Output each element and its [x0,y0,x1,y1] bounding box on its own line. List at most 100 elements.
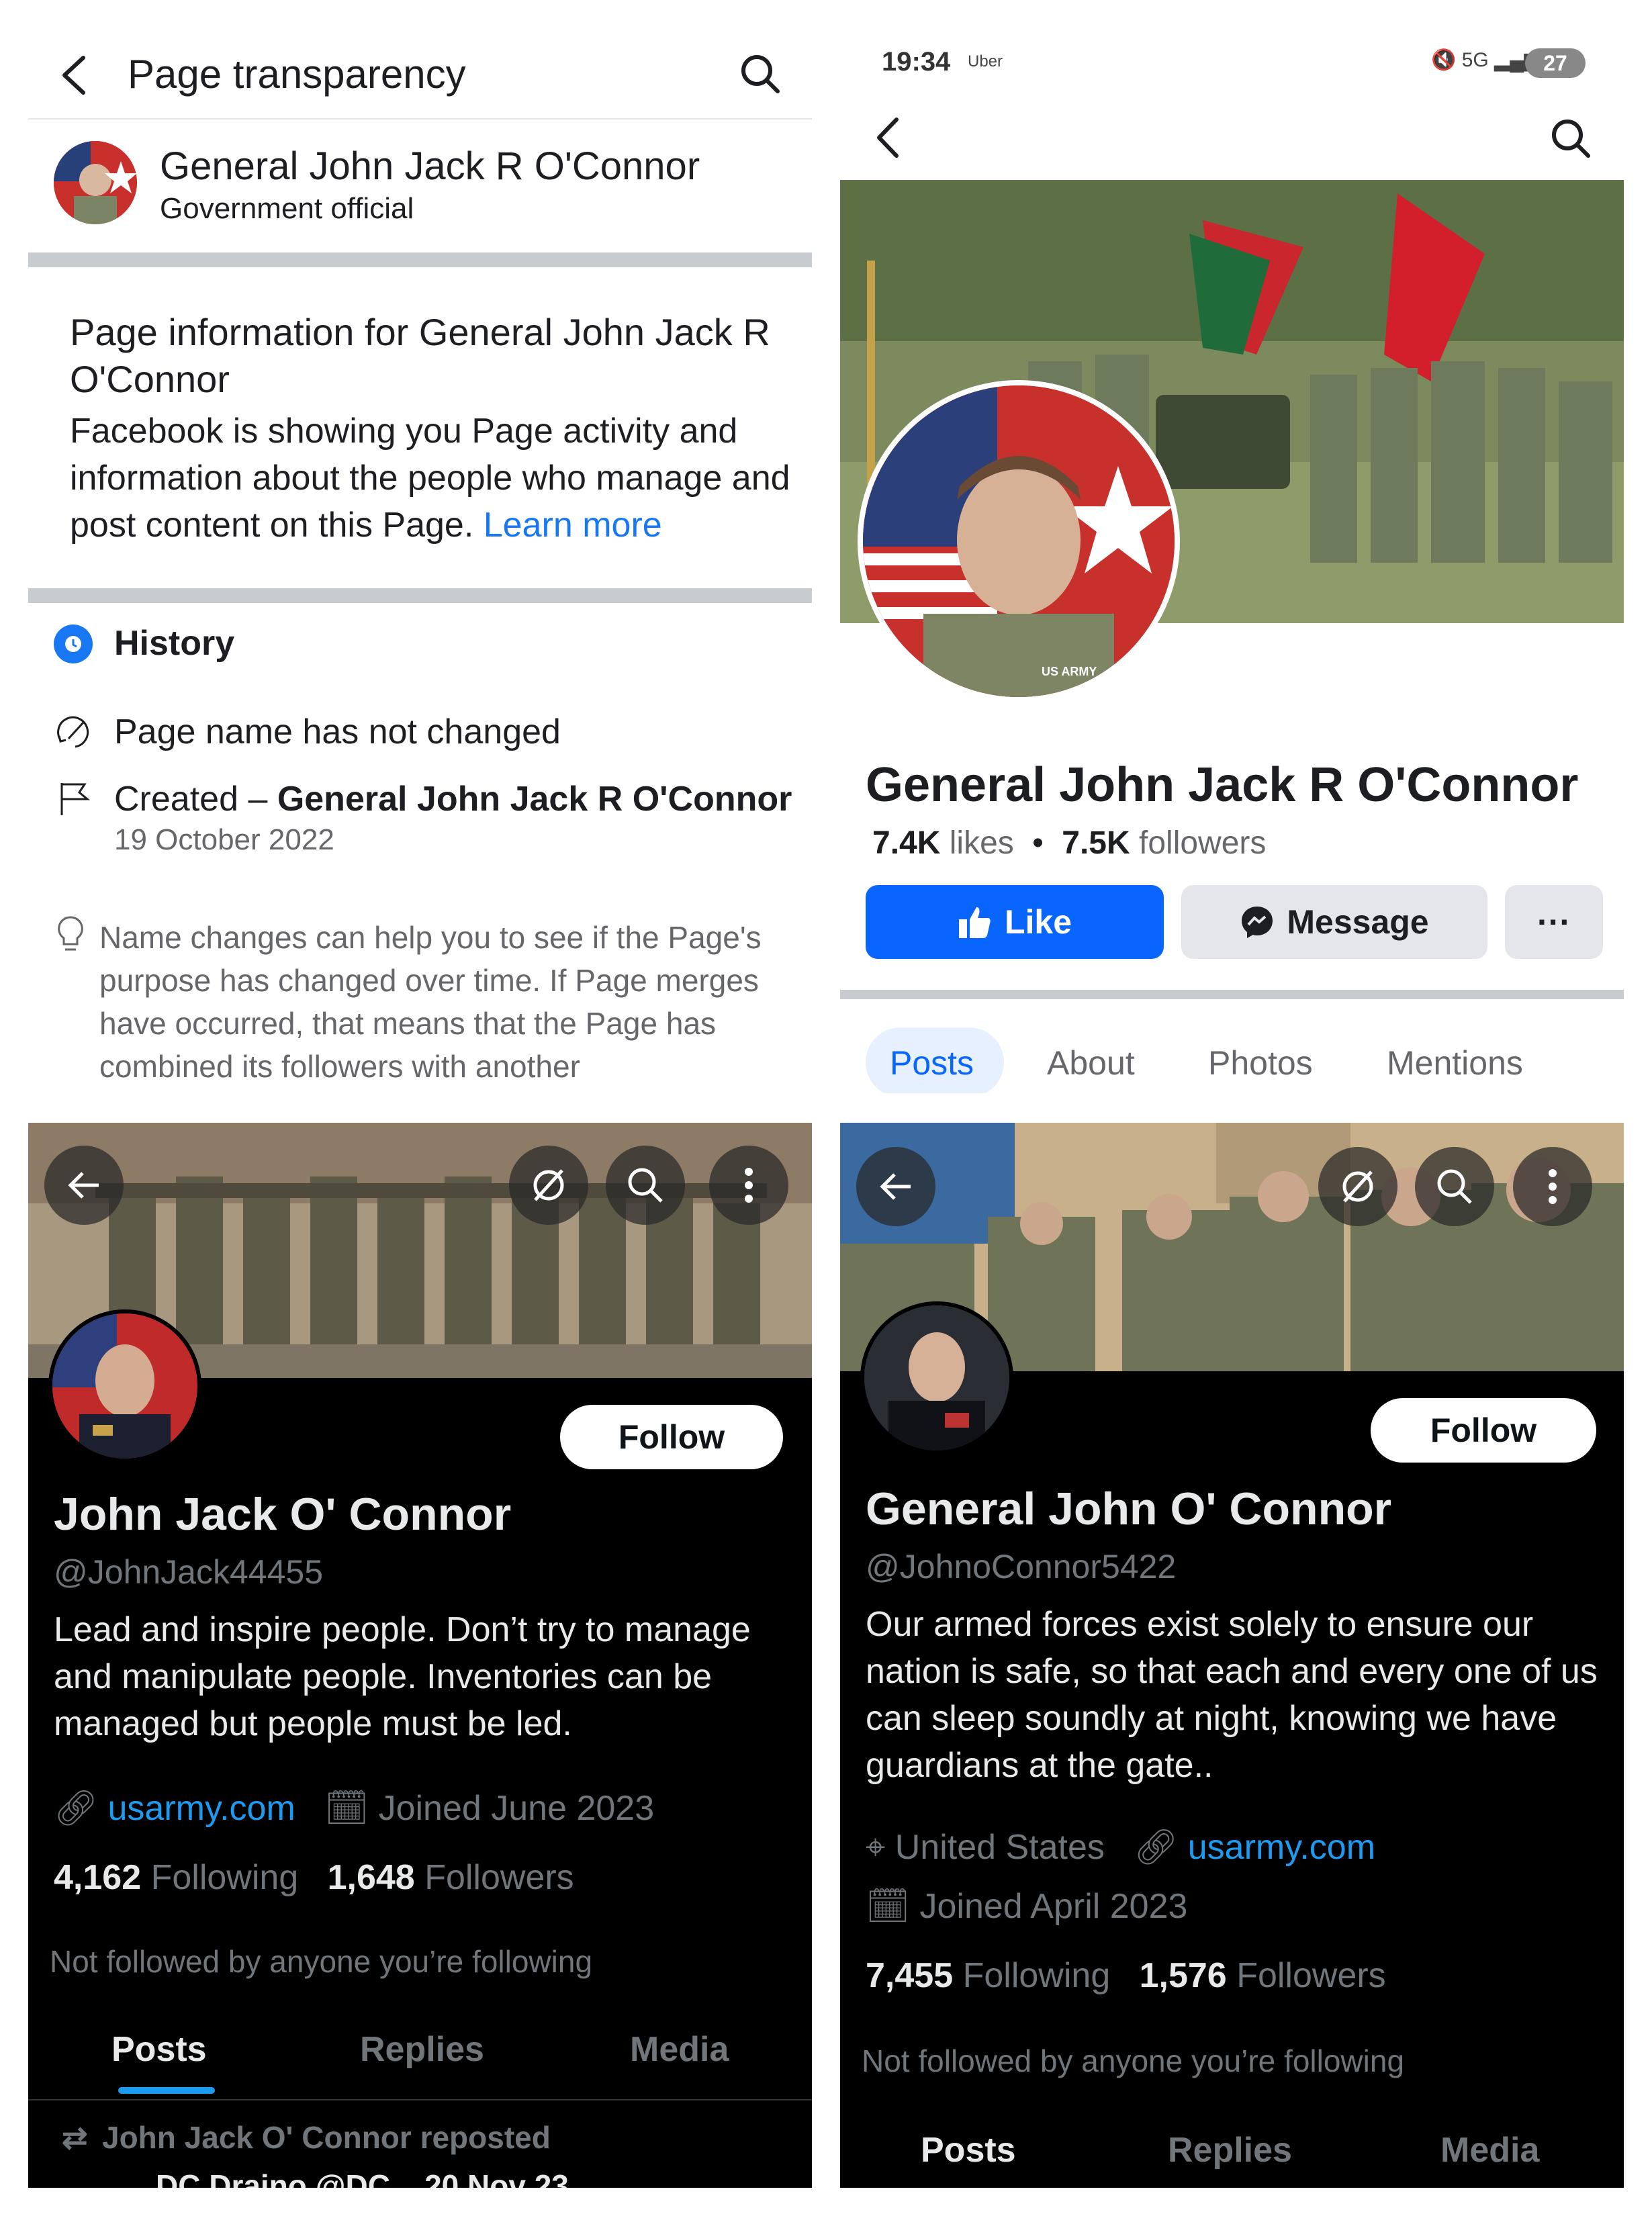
tab-posts[interactable]: Posts [921,2130,1016,2170]
more-options-button[interactable]: ··· [1505,885,1603,959]
followers-count[interactable]: 1,648 [328,1858,415,1897]
link-icon: 🔗︎ [1134,1828,1179,1867]
search-icon[interactable] [1549,117,1592,160]
search-button[interactable] [1415,1147,1494,1226]
fb-page-transparency-panel: Page transparency General John Jack R O'… [28,28,812,1093]
followers-label[interactable]: Followers [424,1858,574,1897]
message-label: Message [1287,903,1429,941]
followers-count: 7.5K [1062,825,1130,861]
status-app-label: Uber [968,52,1003,71]
not-followed-text: Not followed by anyone you’re following [50,1944,593,1979]
tip-text: Name changes can help you to see if the … [99,920,762,1084]
page-name: General John Jack R O'Connor [160,144,700,188]
section-divider [28,252,812,267]
back-arrow-icon[interactable] [58,55,91,95]
lightbulb-icon [58,916,83,951]
followers-label[interactable]: Followers [1236,1956,1386,1995]
back-button[interactable] [44,1146,124,1225]
more-vertical-icon [745,1168,753,1203]
profile-name: General John Jack R O'Connor [866,758,1579,812]
profile-handle: @JohnoConnor5422 [866,1548,1177,1585]
back-button[interactable] [856,1147,935,1226]
section-divider [28,588,812,603]
followers-count[interactable]: 1,576 [1140,1956,1227,1995]
location-text: United States [894,1828,1105,1867]
tabs-divider [28,2099,812,2100]
like-button[interactable]: Like [866,885,1164,959]
tab-media[interactable]: Media [630,2029,729,2070]
likes-label: likes [949,825,1014,861]
profile-name: General John O' Connor [866,1483,1392,1534]
fb-profile-panel: 19:34 Uber 🔇 5G ▂▄▆ 27 US ARMY General J… [840,28,1624,1093]
search-icon[interactable] [739,52,782,95]
page-info-body: Facebook is showing you Page activity an… [70,408,795,549]
page-avatar[interactable] [54,141,137,224]
followers-label: followers [1139,825,1267,861]
tab-posts[interactable]: Posts [890,1044,974,1082]
tab-photos[interactable]: Photos [1208,1044,1313,1082]
profile-name: John Jack O' Connor [54,1489,512,1540]
translate-button[interactable] [509,1146,588,1225]
profile-bio: Lead and inspire people. Don’t try to ma… [54,1610,751,1743]
translate-button[interactable] [1318,1147,1397,1226]
tab-about[interactable]: About [1047,1044,1135,1082]
calendar-icon: 🗓︎ [866,1887,911,1926]
joined-date: Joined April 2023 [919,1887,1188,1926]
link-icon: 🔗︎ [54,1789,99,1828]
history-clock-icon [54,625,93,663]
messenger-icon [1242,907,1273,938]
back-arrow-icon [68,1172,99,1199]
profile-avatar[interactable] [48,1309,201,1463]
calendar-icon: 🗓︎ [324,1789,369,1828]
battery-indicator: 27 [1525,48,1586,78]
back-arrow-icon [880,1173,911,1200]
refresh-slash-icon [1342,1170,1373,1203]
follow-button[interactable]: Follow [560,1405,783,1469]
back-arrow-icon[interactable] [872,116,903,160]
repost-icon: ⇄ [62,2120,88,2155]
created-page-name: General John Jack R O'Connor [277,780,792,819]
profile-meta-row-2: 🗓︎ Joined April 2023 [866,1886,1187,1927]
created-prefix: Created – [114,780,277,819]
tab-replies[interactable]: Replies [360,2029,484,2070]
profile-meta: 🔗︎ usarmy.com 🗓︎ Joined June 2023 [54,1788,654,1829]
more-button[interactable] [1513,1147,1592,1226]
tab-mentions[interactable]: Mentions [1387,1044,1523,1082]
joined-date: Joined June 2023 [378,1789,655,1828]
learn-more-link[interactable]: Learn more [484,506,662,545]
profile-meta-row-1: ⌖ United States 🔗︎ usarmy.com [866,1827,1375,1868]
profile-avatar[interactable] [860,1301,1013,1455]
search-button[interactable] [606,1146,685,1225]
tab-media[interactable]: Media [1440,2130,1539,2170]
tab-posts[interactable]: Posts [111,2029,207,2070]
history-label: History [114,624,235,663]
tab-active-indicator [118,2087,215,2094]
follow-stats: 7,455 Following 1,576 Followers [866,1955,1386,1996]
flag-icon [60,783,91,815]
like-label: Like [1004,903,1072,941]
following-count[interactable]: 4,162 [54,1858,141,1897]
profile-stats: 7.4K likes • 7.5K followers [872,825,1267,861]
website-link[interactable]: usarmy.com [107,1789,295,1828]
status-signal-icon: 🔇 5G ▂▄▆ [1431,49,1540,71]
follow-button[interactable]: Follow [1371,1398,1596,1463]
website-link[interactable]: usarmy.com [1188,1828,1375,1867]
following-label[interactable]: Following [151,1858,299,1897]
cut-post-header[interactable]: DC Draino @DC... 20 Nov 23 [156,2168,569,2188]
thumbs-up-icon [958,907,991,938]
x-profile-panel-1: Follow John Jack O' Connor @JohnJack4445… [28,1123,812,2188]
more-button[interactable] [709,1146,788,1225]
profile-avatar[interactable] [858,380,1180,702]
tab-replies[interactable]: Replies [1168,2130,1292,2170]
message-button[interactable]: Message [1181,885,1487,959]
more-vertical-icon [1549,1169,1557,1204]
following-count[interactable]: 7,455 [866,1956,953,1995]
following-label[interactable]: Following [963,1956,1111,1995]
page-category: Government official [160,192,414,225]
refresh-slash-icon [533,1169,564,1201]
name-unchanged-text: Page name has not changed [114,712,561,751]
page-title: Page transparency [128,52,466,97]
created-date: 19 October 2022 [114,823,334,856]
top-bar: Page transparency [28,28,812,120]
page-info-heading: Page information for General John Jack R… [70,311,770,400]
